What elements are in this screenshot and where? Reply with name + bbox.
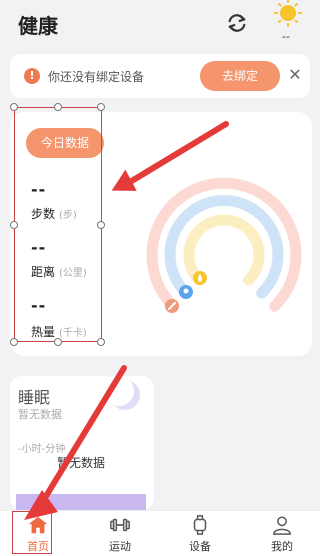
resize-handle[interactable]: [54, 338, 62, 346]
user-icon: [273, 516, 291, 535]
tab-sport[interactable]: 运动: [90, 512, 150, 554]
tab-me-label: 我的: [271, 540, 293, 553]
moon-icon-mask: [104, 376, 134, 406]
resize-handle[interactable]: [97, 338, 105, 346]
resize-handle[interactable]: [10, 221, 18, 229]
tab-device[interactable]: 设备: [170, 512, 230, 554]
watch-icon: [193, 515, 207, 535]
refresh-icon[interactable]: [226, 12, 248, 34]
sleep-empty-text: 暂无数据: [57, 456, 106, 470]
resize-handle[interactable]: [54, 103, 62, 111]
tab-sport-label: 运动: [109, 540, 131, 553]
sleep-duration: -小时-分钟: [18, 444, 66, 455]
tab-me[interactable]: 我的: [252, 512, 312, 554]
resize-handle[interactable]: [97, 103, 105, 111]
tab-highlight-box: [12, 511, 52, 554]
activity-rings: [146, 177, 302, 313]
alert-icon: !: [24, 68, 40, 84]
sleep-subtitle: 暂无数据: [18, 408, 62, 421]
resize-handle[interactable]: [10, 338, 18, 346]
selection-box: [14, 107, 102, 342]
resize-handle[interactable]: [10, 103, 18, 111]
sleep-title: 睡眠: [18, 388, 51, 407]
sleep-chart-bar: [16, 494, 146, 510]
close-icon[interactable]: ✕: [286, 66, 304, 84]
dumbbell-icon: [110, 518, 130, 532]
banner-message: 你还没有绑定设备: [48, 70, 145, 84]
resize-handle[interactable]: [97, 221, 105, 229]
tab-device-label: 设备: [189, 540, 211, 553]
bind-device-banner: ! 你还没有绑定设备 去绑定 ✕: [10, 54, 310, 98]
weather-temp: --: [282, 30, 290, 43]
bind-device-button[interactable]: 去绑定: [200, 61, 280, 91]
page-title: 健康: [18, 14, 58, 38]
header: 健康 --: [0, 0, 320, 48]
